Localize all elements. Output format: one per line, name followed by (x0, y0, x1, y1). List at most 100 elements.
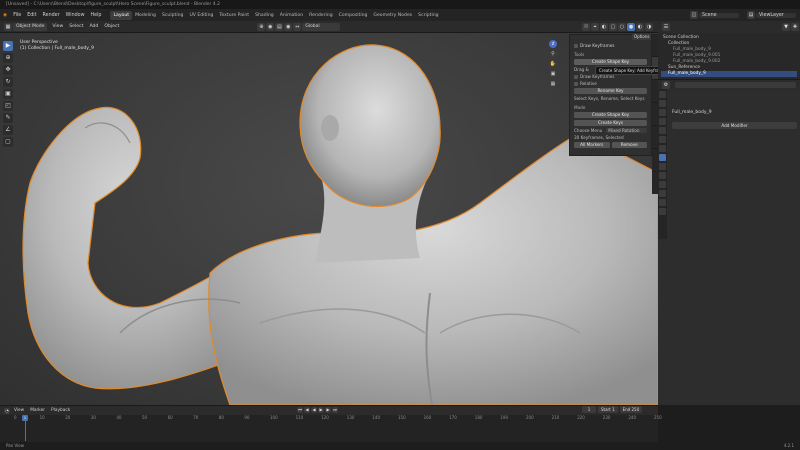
end-frame-field[interactable]: End 250 (619, 406, 643, 413)
modifier-tab-icon[interactable] (659, 154, 666, 161)
playhead[interactable]: 1 (22, 415, 28, 421)
shading-solid-icon[interactable]: ● (627, 22, 635, 31)
shading-material-icon[interactable]: ◐ (636, 22, 644, 31)
object-tab-icon[interactable] (659, 145, 666, 152)
perspective-grid-icon[interactable]: ▦ (549, 80, 557, 88)
tab-texture-paint[interactable]: Texture Paint (216, 11, 252, 20)
add-modifier-button[interactable]: Add Modifier (672, 122, 797, 129)
rotate-icon[interactable]: ↻ (3, 77, 13, 87)
mirror-icon[interactable]: ⇔ (293, 22, 302, 31)
constraints-tab-icon[interactable] (659, 181, 666, 188)
menu-edit[interactable]: Edit (24, 13, 39, 18)
pan-hand-icon[interactable]: ✋ (549, 60, 557, 68)
world-tab-icon[interactable] (659, 136, 666, 143)
tab-compositing[interactable]: Compositing (336, 11, 371, 20)
rename-key-button[interactable]: Rename Key (574, 88, 647, 94)
playhead-line[interactable] (24, 421, 26, 441)
menu-view[interactable]: View (49, 24, 66, 29)
render-tab-icon[interactable] (659, 100, 666, 107)
timeline-editor-icon[interactable]: ◔ (4, 407, 10, 414)
pivot-icon[interactable]: ◉ (266, 22, 275, 31)
tool-tab-icon[interactable] (659, 91, 666, 98)
create-shape-key-button-2[interactable]: Create Shape Key (574, 112, 647, 118)
xray-icon[interactable]: ▢ (609, 22, 617, 31)
tab-layout[interactable]: Layout (110, 10, 133, 20)
menu-add[interactable]: Add (86, 24, 101, 29)
menu-window[interactable]: Window (63, 13, 88, 18)
create-shape-key-button[interactable]: Create Shape Key (574, 59, 647, 65)
menu-help[interactable]: Help (88, 13, 105, 18)
remove-button[interactable]: Remove (611, 142, 647, 148)
timeline-menu-playback[interactable]: Playback (48, 408, 73, 413)
annotate-icon[interactable]: ✎ (3, 113, 13, 123)
editor-type-icon[interactable]: ▦ (4, 22, 12, 31)
menu-select[interactable]: Select (66, 24, 86, 29)
menu-object[interactable]: Object (101, 24, 122, 29)
play-icon[interactable]: ▶ (318, 407, 324, 413)
zoom-icon[interactable]: ⚲ (549, 50, 557, 58)
jump-start-icon[interactable]: ⏮ (297, 407, 303, 413)
tab-modeling[interactable]: Modeling (132, 11, 159, 20)
prev-keyframe-icon[interactable]: ◀ (304, 407, 310, 413)
choose-menu-row[interactable]: Choose Menu Mixed Rotation (574, 128, 647, 133)
move-icon[interactable]: ✥ (3, 65, 13, 75)
tab-sculpting[interactable]: Sculpting (159, 11, 186, 20)
outliner-editor-icon[interactable]: ☰ (662, 23, 670, 31)
axis-z-icon[interactable]: z (549, 40, 557, 48)
physics-tab-icon[interactable] (659, 172, 666, 179)
tab-animation[interactable]: Animation (277, 11, 306, 20)
camera-icon[interactable]: ▣ (549, 70, 557, 78)
draw-keyframes-row[interactable]: Draw Keyframes (574, 43, 647, 48)
tab-geometry-nodes[interactable]: Geometry Nodes (370, 11, 415, 20)
scale-icon[interactable]: ▣ (3, 89, 13, 99)
scene-tab-icon[interactable] (659, 127, 666, 134)
jump-end-icon[interactable]: ⏭ (332, 407, 338, 413)
visibility-icon[interactable]: ☉ (582, 22, 590, 31)
start-frame-field[interactable]: Start 1 (598, 406, 618, 413)
material-tab-icon[interactable] (659, 199, 666, 206)
all-markers-button[interactable]: All Markers (574, 142, 610, 148)
next-keyframe-icon[interactable]: ▶ (325, 407, 331, 413)
filter-icon[interactable]: ▼ (782, 23, 790, 31)
tab-shading[interactable]: Shading (252, 11, 277, 20)
menu-file[interactable]: File (10, 13, 24, 18)
properties-editor-icon[interactable]: ⚙ (662, 80, 670, 89)
gizmo-icon[interactable]: ⌖ (591, 22, 599, 31)
create-keys-button[interactable]: Create Keys (574, 120, 647, 126)
viewlayer-selector[interactable]: ViewLayer (756, 12, 796, 18)
overlay-icon[interactable]: ◐ (600, 22, 608, 31)
outliner-item-selected[interactable]: Full_male_body_9 (661, 71, 797, 77)
relative-row[interactable]: Relative (574, 81, 647, 86)
view-layer-tab-icon[interactable] (659, 118, 666, 125)
tab-rendering[interactable]: Rendering (306, 11, 335, 20)
options-dropdown[interactable]: Options (632, 34, 652, 40)
particles-tab-icon[interactable] (659, 163, 666, 170)
select-box-icon[interactable]: ▶ (3, 41, 13, 51)
blender-logo-icon[interactable]: ◉ (0, 13, 10, 18)
new-collection-icon[interactable]: ✚ (791, 23, 799, 31)
tab-uv-editing[interactable]: UV Editing (186, 11, 216, 20)
timeline-menu-marker[interactable]: Marker (27, 408, 48, 413)
snap-icon[interactable]: ▤ (275, 22, 284, 31)
add-cube-icon[interactable]: ▢ (3, 137, 13, 147)
output-tab-icon[interactable] (659, 109, 666, 116)
menu-render[interactable]: Render (40, 13, 63, 18)
texture-tab-icon[interactable] (659, 208, 666, 215)
play-reverse-icon[interactable]: ◀ (311, 407, 317, 413)
measure-icon[interactable]: ∠ (3, 125, 13, 135)
transform-orientation-icon[interactable]: ⊕ (257, 22, 266, 31)
tab-scripting[interactable]: Scripting (415, 11, 441, 20)
transform-icon[interactable]: ◰ (3, 101, 13, 111)
mode-selector[interactable]: Object Mode (13, 22, 48, 31)
shading-wireframe-icon[interactable]: ○ (618, 22, 626, 31)
timeline-menu-view[interactable]: View (11, 408, 27, 413)
orientation-selector[interactable]: Global (302, 22, 341, 31)
proportional-editing-icon[interactable]: ◉ (284, 22, 293, 31)
scene-selector[interactable]: Scene (699, 12, 739, 18)
shading-rendered-icon[interactable]: ◑ (645, 22, 653, 31)
data-tab-icon[interactable] (659, 190, 666, 197)
cursor-icon[interactable]: ⊕ (3, 53, 13, 63)
properties-search-input[interactable] (675, 81, 796, 88)
current-frame-field[interactable]: 1 (582, 406, 596, 413)
ruler-tick-label: 80 (218, 415, 224, 420)
